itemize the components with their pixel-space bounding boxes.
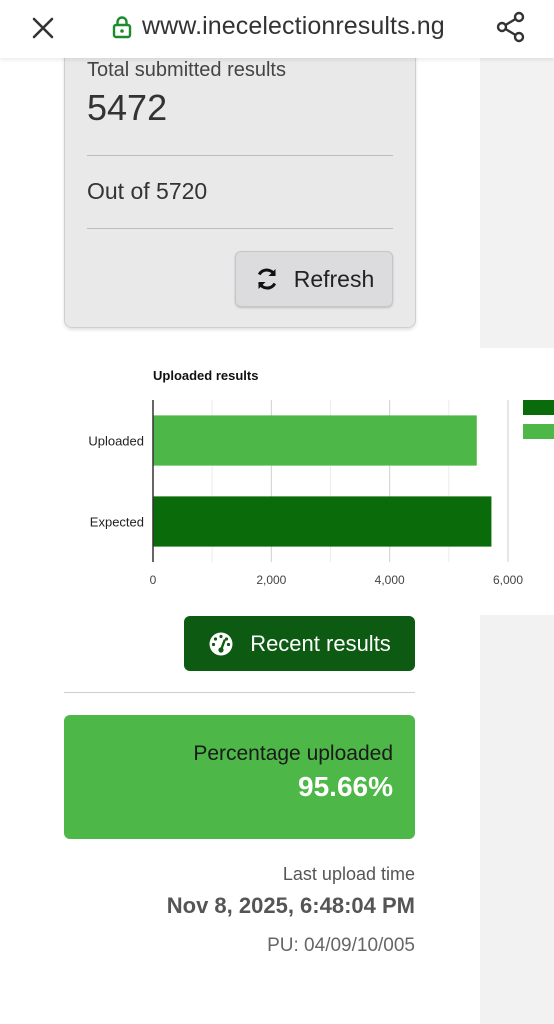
address-bar-url[interactable]: www.inecelectionresults.ng <box>142 12 445 41</box>
chart-title: Uploaded results <box>153 368 258 383</box>
browser-toolbar: www.inecelectionresults.ng <box>0 0 554 58</box>
out-of-total: Out of 5720 <box>87 178 208 204</box>
last-upload-time: Nov 8, 2025, 6:48:04 PM <box>166 893 415 918</box>
chart-x-tick-label: 0 <box>150 573 157 587</box>
percentage-uploaded-card: Percentage uploaded 95.66% <box>64 715 415 839</box>
lock-icon <box>112 16 132 39</box>
divider <box>87 228 393 229</box>
chart-canvas: Uploaded results Uploaded Expected 0 2,000 4,… <box>88 368 523 587</box>
page: www.inecelectionresults.ng Total submitt… <box>0 0 554 1024</box>
total-submitted-label: Total submitted results <box>87 59 286 81</box>
percentage-uploaded-label: Percentage uploaded <box>193 742 393 765</box>
divider <box>64 692 415 693</box>
refresh-button[interactable]: Refresh <box>235 251 393 307</box>
refresh-icon <box>257 268 276 290</box>
chart-bar-expected <box>153 496 492 547</box>
dashboard-gauge-icon <box>209 632 233 655</box>
recent-results-button[interactable]: Recent results <box>184 616 415 671</box>
last-upload-label: Last upload time <box>282 864 415 884</box>
recent-results-label: Recent results <box>250 630 391 656</box>
legend-swatch-expected <box>523 400 554 415</box>
results-summary-card: Total submitted results 5472 Out of 5720… <box>64 40 416 328</box>
side-panel <box>480 615 554 1024</box>
refresh-label: Refresh <box>293 265 375 292</box>
uploaded-results-chart: Uploaded results Uploaded Expected 0 2,000 4,… <box>0 350 554 600</box>
side-panel <box>480 58 554 348</box>
legend-swatch-uploaded <box>523 424 554 439</box>
close-icon[interactable] <box>28 13 58 43</box>
polling-unit-code: PU: 04/09/10/005 <box>267 935 415 956</box>
chart-category-label: Expected <box>90 515 144 530</box>
chart-category-label: Uploaded <box>88 434 144 449</box>
percentage-uploaded-value: 95.66% <box>298 771 393 802</box>
divider <box>87 155 393 156</box>
chart-x-tick-label: 6,000 <box>493 573 523 587</box>
share-icon[interactable] <box>494 10 528 44</box>
chart-x-tick-label: 2,000 <box>256 573 286 587</box>
chart-bar-uploaded <box>153 415 477 466</box>
chart-x-tick-label: 4,000 <box>375 573 405 587</box>
total-submitted-value: 5472 <box>87 87 168 128</box>
